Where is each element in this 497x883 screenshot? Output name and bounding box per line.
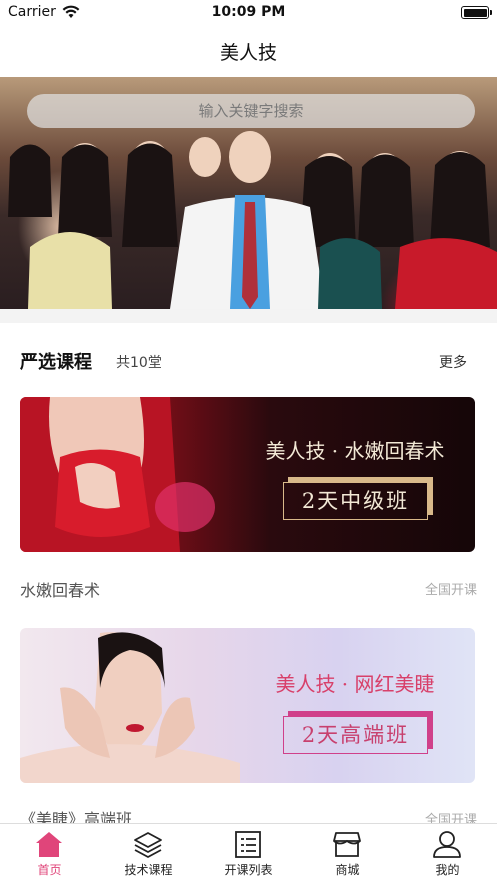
page-title: 美人技 <box>219 42 277 64</box>
search-input[interactable] <box>27 94 475 128</box>
course-image <box>20 397 215 552</box>
section-divider <box>0 309 497 323</box>
course-image <box>20 632 240 783</box>
tab-schedule[interactable]: 开课列表 <box>199 824 298 883</box>
course-card[interactable]: 美人技 · 网红美睫 2天高端班 <box>20 628 475 783</box>
section-header: 严选课程 共10堂 更多 <box>20 346 477 376</box>
section-title: 严选课程 <box>20 352 92 373</box>
search-bar[interactable] <box>27 94 475 128</box>
status-bar: Carrier 10:09 PM <box>0 0 497 26</box>
tab-label: 商城 <box>335 863 360 877</box>
tab-label: 开课列表 <box>224 863 273 877</box>
course-tag: 全国开课 <box>424 583 477 598</box>
more-link[interactable]: 更多 <box>439 352 467 372</box>
course-name[interactable]: 水嫩回春术 <box>20 577 100 601</box>
tab-profile[interactable]: 我的 <box>398 824 497 883</box>
tab-home[interactable]: 首页 <box>0 824 99 883</box>
course-badge: 2天中级班 <box>283 482 428 520</box>
tab-label: 首页 <box>37 863 62 877</box>
shop-icon <box>333 832 361 857</box>
section-count: 共10堂 <box>116 355 162 371</box>
tab-label: 我的 <box>435 863 460 877</box>
course-headline: 美人技 · 网红美睫 <box>275 672 435 696</box>
course-headline: 美人技 · 水嫩回春术 <box>265 439 445 463</box>
hero-banner[interactable] <box>0 77 497 309</box>
tab-courses[interactable]: 技术课程 <box>99 824 198 883</box>
course-badge: 2天高端班 <box>283 716 428 754</box>
tab-shop[interactable]: 商城 <box>298 824 397 883</box>
tab-bar: 首页 技术课程 开课列表 商城 我的 <box>0 823 497 883</box>
battery-icon <box>461 6 492 19</box>
course-card[interactable]: 美人技 · 水嫩回春术 2天中级班 <box>20 397 475 552</box>
user-icon <box>433 831 461 858</box>
layers-icon <box>134 832 162 858</box>
clock: 10:09 PM <box>211 4 286 20</box>
nav-bar: 美人技 <box>0 26 497 76</box>
home-icon <box>36 832 62 857</box>
list-icon <box>235 831 261 858</box>
tab-label: 技术课程 <box>124 863 173 877</box>
